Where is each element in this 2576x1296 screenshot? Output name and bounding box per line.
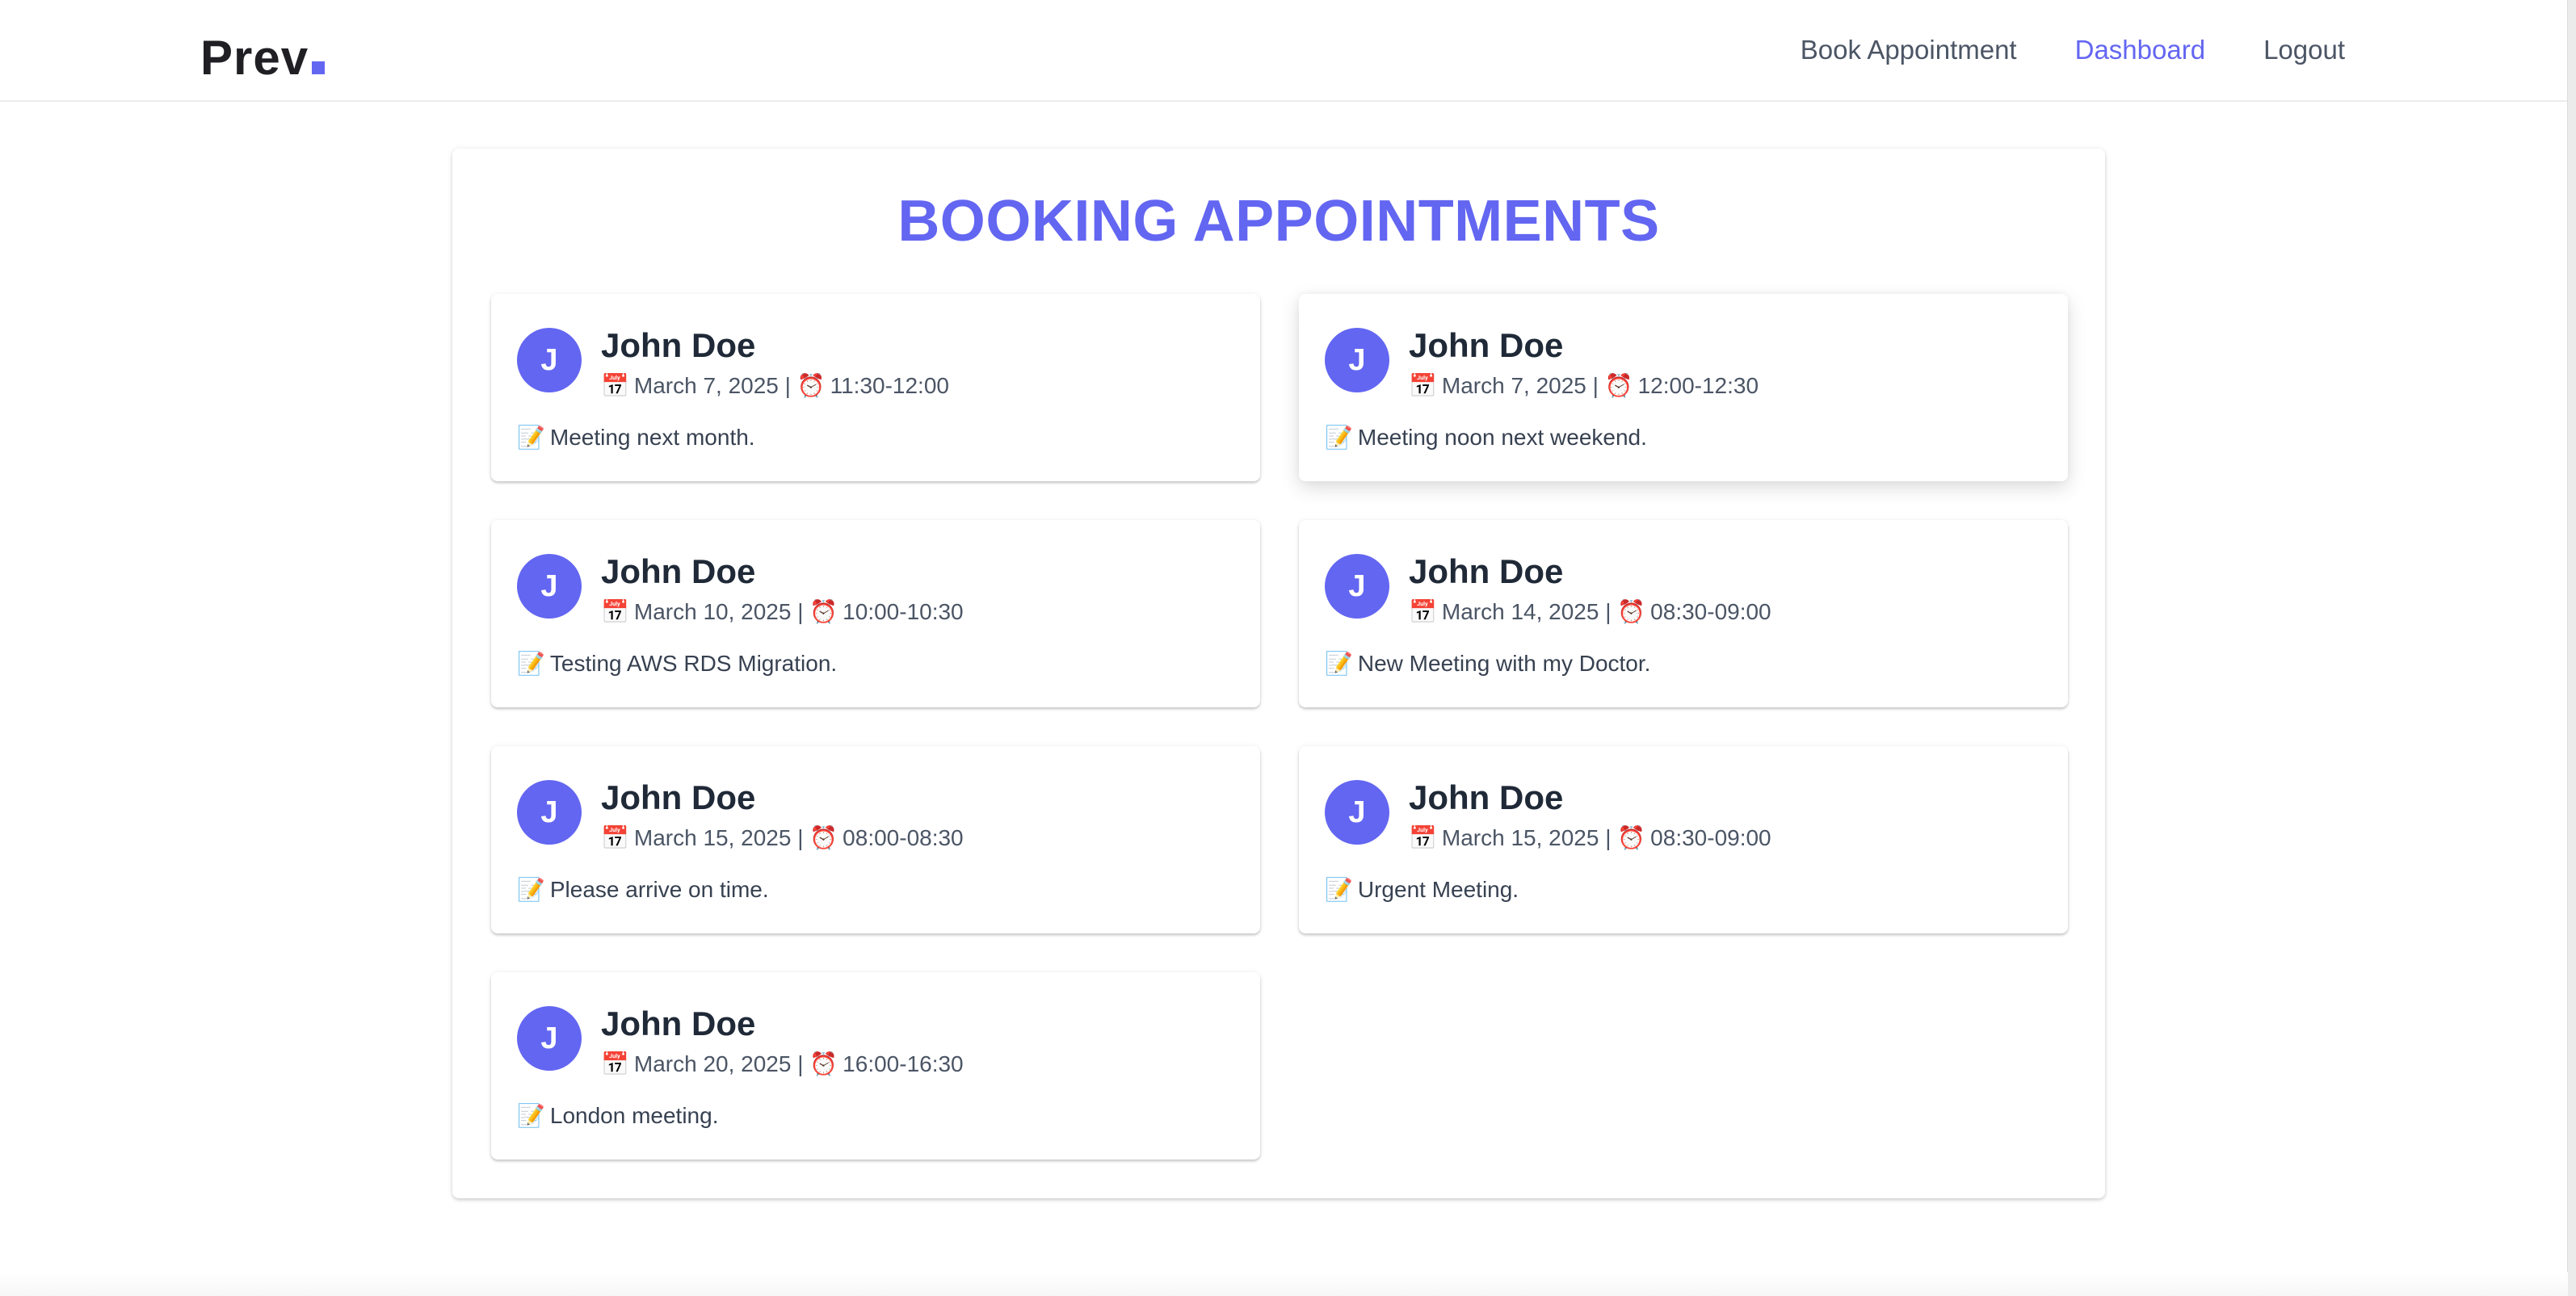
- appointment-date: March 7, 2025: [633, 373, 779, 398]
- appointment-card[interactable]: J John Doe 📅 March 15, 2025 | ⏰ 08:30-09:0…: [1299, 746, 2068, 933]
- page-footer-fade: [0, 1272, 2568, 1296]
- appointment-note-text: Meeting next month.: [549, 425, 755, 450]
- appointment-meta: 📅 March 15, 2025 | ⏰ 08:30-09:00: [1409, 822, 1771, 854]
- clock-icon: ⏰: [809, 599, 838, 624]
- avatar: J: [517, 780, 582, 845]
- logo-text: Prev: [200, 31, 309, 85]
- memo-icon: 📝: [1325, 425, 1353, 450]
- appointment-note-text: Please arrive on time.: [549, 877, 769, 902]
- memo-icon: 📝: [1325, 651, 1353, 676]
- avatar: J: [1325, 780, 1389, 845]
- nav-logout-link[interactable]: Logout: [2263, 31, 2345, 69]
- clock-icon: ⏰: [1617, 825, 1646, 850]
- avatar: J: [517, 554, 582, 619]
- appointment-time: 12:00-12:30: [1637, 373, 1759, 398]
- appointment-meta: 📅 March 14, 2025 | ⏰ 08:30-09:00: [1409, 596, 1771, 628]
- page-title: BOOKING APPOINTMENTS: [897, 189, 1660, 254]
- appointment-name: John Doe: [601, 552, 756, 590]
- nav-dashboard-link[interactable]: Dashboard: [2075, 31, 2205, 69]
- appointment-note-text: Meeting noon next weekend.: [1357, 425, 1647, 450]
- appointment-date: March 7, 2025: [1441, 373, 1586, 398]
- appointment-note-text: New Meeting with my Doctor.: [1357, 651, 1651, 676]
- appointment-note: 📝 New Meeting with my Doctor.: [1325, 648, 1650, 680]
- appointment-card[interactable]: J John Doe 📅 March 7, 2025 | ⏰ 12:00-12:30…: [1299, 294, 2068, 481]
- calendar-icon: 📅: [601, 1051, 629, 1076]
- appointment-note: 📝 London meeting.: [517, 1100, 718, 1132]
- appointment-date: March 10, 2025: [633, 599, 792, 624]
- appointment-date: March 15, 2025: [1441, 825, 1599, 850]
- appointment-meta: 📅 March 20, 2025 | ⏰ 16:00-16:30: [601, 1048, 964, 1080]
- appointments-grid: J John Doe 📅 March 7, 2025 | ⏰ 11:30-12:00…: [491, 294, 2068, 1160]
- appointment-note: 📝 Please arrive on time.: [517, 874, 769, 906]
- appointment-date: March 14, 2025: [1441, 599, 1599, 624]
- appointment-time: 08:30-09:00: [1650, 825, 1771, 850]
- appointment-note: 📝 Testing AWS RDS Migration.: [517, 648, 837, 680]
- appointment-time: 08:30-09:00: [1650, 599, 1771, 624]
- calendar-icon: 📅: [601, 373, 629, 398]
- appointment-card[interactable]: J John Doe 📅 March 7, 2025 | ⏰ 11:30-12:00…: [491, 294, 1260, 481]
- clock-icon: ⏰: [809, 1051, 838, 1076]
- appointment-name: John Doe: [1409, 778, 1564, 816]
- main-nav: Book Appointment Dashboard Logout: [1801, 31, 2345, 69]
- appointment-card[interactable]: J John Doe 📅 March 14, 2025 | ⏰ 08:30-09:0…: [1299, 520, 2068, 707]
- appointment-name: John Doe: [601, 778, 756, 816]
- appointment-time: 08:00-08:30: [843, 825, 964, 850]
- memo-icon: 📝: [517, 651, 545, 676]
- avatar: J: [517, 328, 582, 392]
- avatar: J: [517, 1006, 582, 1071]
- appointments-panel: BOOKING APPOINTMENTS J John Doe 📅 March 7…: [452, 149, 2105, 1198]
- clock-icon: ⏰: [809, 825, 838, 850]
- calendar-icon: 📅: [601, 599, 629, 624]
- appointment-note: 📝 Urgent Meeting.: [1325, 874, 1519, 906]
- appointment-meta: 📅 March 7, 2025 | ⏰ 11:30-12:00: [601, 370, 949, 402]
- appointment-note-text: London meeting.: [549, 1103, 719, 1128]
- appointment-note: 📝 Meeting noon next weekend.: [1325, 422, 1647, 454]
- vertical-scrollbar[interactable]: [2567, 0, 2576, 1296]
- appointment-time: 16:00-16:30: [843, 1051, 964, 1076]
- appointment-note-text: Testing AWS RDS Migration.: [549, 651, 838, 676]
- calendar-icon: 📅: [1409, 599, 1437, 624]
- memo-icon: 📝: [517, 877, 545, 902]
- appointment-card[interactable]: J John Doe 📅 March 20, 2025 | ⏰ 16:00-16:3…: [491, 972, 1260, 1160]
- clock-icon: ⏰: [796, 373, 826, 398]
- top-navbar: Prev Book Appointment Dashboard Logout: [0, 0, 2576, 102]
- appointment-card[interactable]: J John Doe 📅 March 10, 2025 | ⏰ 10:00-10:3…: [491, 520, 1260, 707]
- appointment-name: John Doe: [601, 326, 756, 364]
- calendar-icon: 📅: [1409, 373, 1437, 398]
- appointment-card[interactable]: J John Doe 📅 March 15, 2025 | ⏰ 08:00-08:3…: [491, 746, 1260, 933]
- appointment-date: March 15, 2025: [633, 825, 792, 850]
- memo-icon: 📝: [1325, 877, 1353, 902]
- calendar-icon: 📅: [1409, 825, 1437, 850]
- appointment-time: 11:30-12:00: [830, 373, 949, 398]
- appointment-name: John Doe: [1409, 326, 1564, 364]
- appointment-name: John Doe: [1409, 552, 1564, 590]
- avatar: J: [1325, 554, 1389, 619]
- appointment-meta: 📅 March 15, 2025 | ⏰ 08:00-08:30: [601, 822, 964, 854]
- appointment-note-text: Urgent Meeting.: [1357, 877, 1519, 902]
- appointment-meta: 📅 March 10, 2025 | ⏰ 10:00-10:30: [601, 596, 964, 628]
- appointment-name: John Doe: [601, 1005, 756, 1042]
- appointment-note: 📝 Meeting next month.: [517, 422, 755, 454]
- logo[interactable]: Prev: [200, 26, 326, 90]
- appointment-date: March 20, 2025: [633, 1051, 792, 1076]
- appointment-time: 10:00-10:30: [843, 599, 964, 624]
- avatar: J: [1325, 328, 1389, 392]
- memo-icon: 📝: [517, 1103, 545, 1128]
- appointment-meta: 📅 March 7, 2025 | ⏰ 12:00-12:30: [1409, 370, 1759, 402]
- nav-book-appointment-link[interactable]: Book Appointment: [1801, 31, 2017, 69]
- calendar-icon: 📅: [601, 825, 629, 850]
- clock-icon: ⏰: [1604, 373, 1633, 398]
- memo-icon: 📝: [517, 425, 545, 450]
- clock-icon: ⏰: [1617, 599, 1646, 624]
- logo-dot-icon: [312, 61, 326, 74]
